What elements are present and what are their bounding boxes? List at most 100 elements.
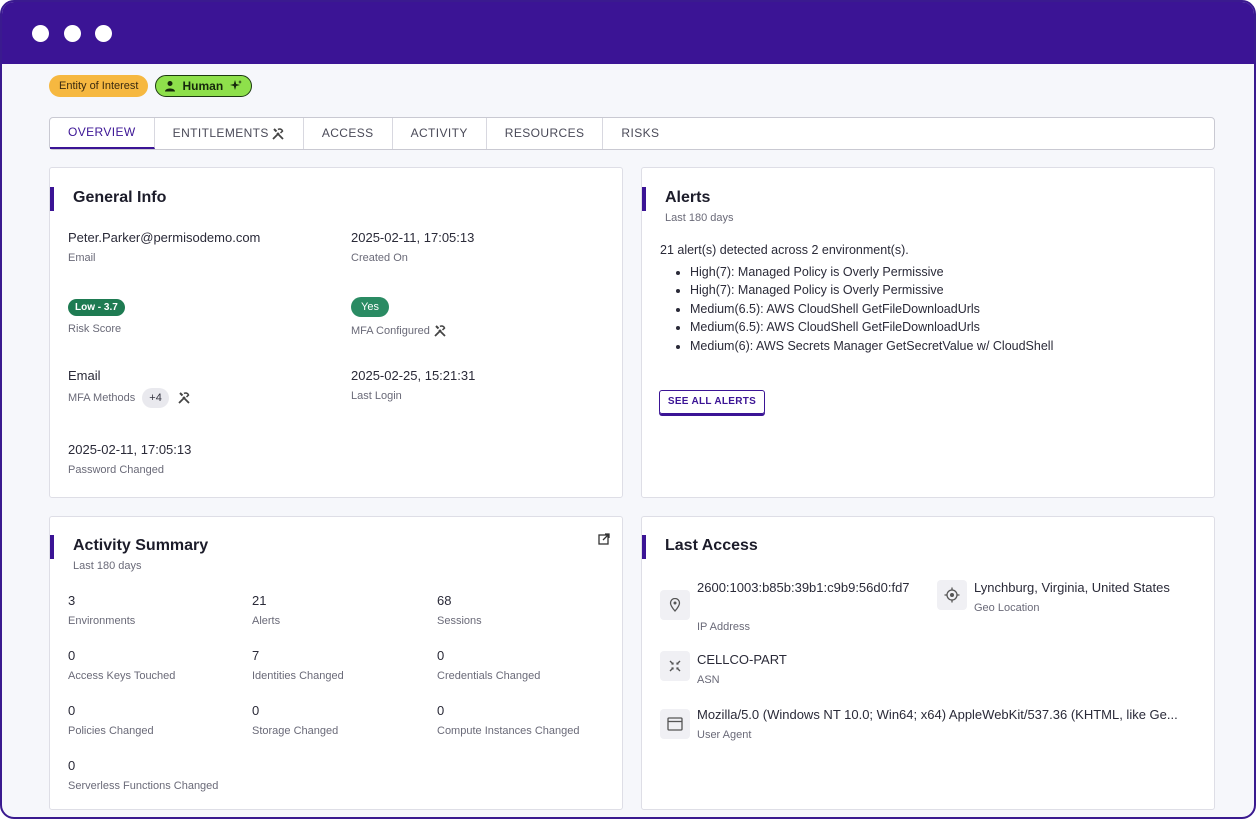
stat-compute-instances-changed: 0 Compute Instances Changed	[437, 703, 579, 737]
stat-label: Identities Changed	[252, 670, 344, 682]
stat-credentials-changed: 0 Credentials Changed	[437, 648, 540, 682]
card-accent	[642, 535, 646, 559]
mfa-configured-field: Yes MFA Configured	[351, 297, 447, 338]
tab-bar: OVERVIEW ENTITLEMENTS ACCESS ACTIVITY RE…	[49, 117, 1215, 150]
alerts-summary: 21 alert(s) detected across 2 environmen…	[660, 243, 909, 257]
alerts-content: 21 alert(s) detected across 2 environmen…	[660, 243, 1053, 355]
stat-value: 3	[68, 593, 76, 608]
stat-alerts: 21 Alerts	[252, 593, 280, 627]
asn-value: CELLCO-PART	[697, 652, 787, 667]
entity-badges: Entity of Interest Human	[49, 75, 253, 97]
alerts-card: Alerts Last 180 days 21 alert(s) detecte…	[641, 167, 1215, 498]
asn-label: ASN	[697, 674, 720, 686]
mfa-methods-label: MFA Methods	[68, 392, 136, 404]
card-accent	[50, 187, 54, 211]
card-accent	[50, 535, 54, 559]
stat-environments: 3 Environments	[68, 593, 135, 627]
stat-value: 0	[437, 648, 445, 663]
stat-value: 0	[252, 703, 260, 718]
stat-label: Access Keys Touched	[68, 670, 176, 682]
user-agent-value: Mozilla/5.0 (Windows NT 10.0; Win64; x64…	[697, 707, 1178, 722]
mfa-configured-label-row: MFA Configured	[351, 324, 447, 338]
activity-summary-card: Activity Summary Last 180 days 3 Environ…	[49, 516, 623, 810]
mfa-methods-field: Email MFA Methods +4	[68, 368, 191, 408]
geo-location-label: Geo Location	[974, 602, 1040, 614]
stat-access-keys-touched: 0 Access Keys Touched	[68, 648, 175, 682]
network-icon	[660, 651, 690, 681]
geo-target-icon	[937, 580, 967, 610]
tab-label: RISKS	[621, 126, 660, 140]
stat-label: Credentials Changed	[437, 670, 541, 682]
tab-activity[interactable]: ACTIVITY	[393, 118, 487, 149]
risk-score-field: Low - 3.7 Risk Score	[68, 297, 125, 335]
stat-identities-changed: 7 Identities Changed	[252, 648, 344, 682]
stat-label: Alerts	[252, 615, 281, 627]
card-title: Last Access	[665, 537, 758, 554]
title-bar	[2, 2, 1254, 64]
tab-access[interactable]: ACCESS	[304, 118, 393, 149]
password-changed-field: 2025-02-11, 17:05:13 Password Changed	[68, 442, 191, 476]
general-info-card: General Info Peter.Parker@permisodemo.co…	[49, 167, 623, 498]
tab-risks[interactable]: RISKS	[603, 118, 677, 149]
last-login-value: 2025-02-25, 15:21:31	[351, 368, 476, 383]
stat-value: 7	[252, 648, 260, 663]
password-changed-value: 2025-02-11, 17:05:13	[68, 442, 192, 457]
card-subtitle: Last 180 days	[665, 212, 734, 224]
mfa-methods-label-row: MFA Methods +4	[68, 388, 191, 408]
alerts-list: High(7): Managed Policy is Overly Permis…	[690, 263, 1053, 355]
card-title: Alerts	[665, 189, 711, 206]
last-access-card: Last Access 2600:1003:b85b:39b1:c9b9:56d…	[641, 516, 1215, 810]
mfa-methods-more-chip[interactable]: +4	[142, 388, 169, 408]
created-on-value: 2025-02-11, 17:05:13	[351, 230, 475, 245]
tools-icon	[272, 127, 284, 140]
tab-label: ACTIVITY	[410, 126, 468, 140]
stat-value: 0	[437, 703, 445, 718]
mfa-configured-label: MFA Configured	[351, 325, 430, 337]
stat-label: Serverless Functions Changed	[68, 780, 219, 792]
card-accent	[642, 187, 646, 211]
stat-label: Sessions	[437, 615, 482, 627]
email-label: Email	[68, 252, 96, 264]
see-all-alerts-button[interactable]: SEE ALL ALERTS	[659, 390, 765, 414]
email-value: Peter.Parker@permisodemo.com	[68, 230, 261, 245]
tab-label: OVERVIEW	[68, 125, 136, 139]
window-control-dot[interactable]	[32, 25, 49, 42]
stat-value: 0	[68, 648, 76, 663]
asn-field: CELLCO-PART ASN	[697, 652, 787, 686]
ip-address-label: IP Address	[697, 621, 750, 633]
ip-address-field: 2600:1003:b85b:39b1:c9b9:56d0:fd7 IP Add…	[697, 580, 919, 633]
tab-label: RESOURCES	[504, 126, 585, 140]
stat-policies-changed: 0 Policies Changed	[68, 703, 154, 737]
sparkle-icon	[230, 80, 243, 90]
stat-serverless-functions-changed: 0 Serverless Functions Changed	[68, 758, 218, 792]
app-window: Entity of Interest Human OVERVIEW ENTITL…	[0, 0, 1256, 819]
stat-label: Environments	[68, 615, 136, 627]
window-control-dot[interactable]	[64, 25, 81, 42]
user-agent-label: User Agent	[697, 729, 752, 741]
stat-value: 0	[68, 758, 76, 773]
stat-value: 68	[437, 593, 452, 608]
ip-address-value: 2600:1003:b85b:39b1:c9b9:56d0:fd7	[697, 580, 910, 595]
email-field: Peter.Parker@permisodemo.com Email	[68, 230, 260, 264]
tab-resources[interactable]: RESOURCES	[487, 118, 604, 149]
window-control-dot[interactable]	[95, 25, 112, 42]
person-icon	[165, 81, 176, 92]
stat-value: 0	[68, 703, 76, 718]
stat-label: Policies Changed	[68, 725, 154, 737]
human-badge: Human	[155, 75, 253, 97]
external-link-icon[interactable]	[598, 533, 610, 545]
stat-storage-changed: 0 Storage Changed	[252, 703, 338, 737]
stat-label: Compute Instances Changed	[437, 725, 580, 737]
password-changed-label: Password Changed	[68, 464, 165, 476]
browser-window-icon	[660, 709, 690, 739]
tools-icon	[178, 392, 190, 404]
card-title: Activity Summary	[73, 537, 209, 554]
risk-score-badge: Low - 3.7	[68, 299, 125, 316]
created-on-field: 2025-02-11, 17:05:13 Created On	[351, 230, 474, 264]
tab-entitlements[interactable]: ENTITLEMENTS	[155, 118, 304, 149]
alert-item: Medium(6.5): AWS CloudShell GetFileDownl…	[690, 318, 1053, 336]
tab-overview[interactable]: OVERVIEW	[50, 118, 155, 149]
alert-item: Medium(6.5): AWS CloudShell GetFileDownl…	[690, 300, 1053, 318]
risk-score-label: Risk Score	[68, 323, 122, 335]
mfa-methods-value: Email	[68, 368, 101, 383]
